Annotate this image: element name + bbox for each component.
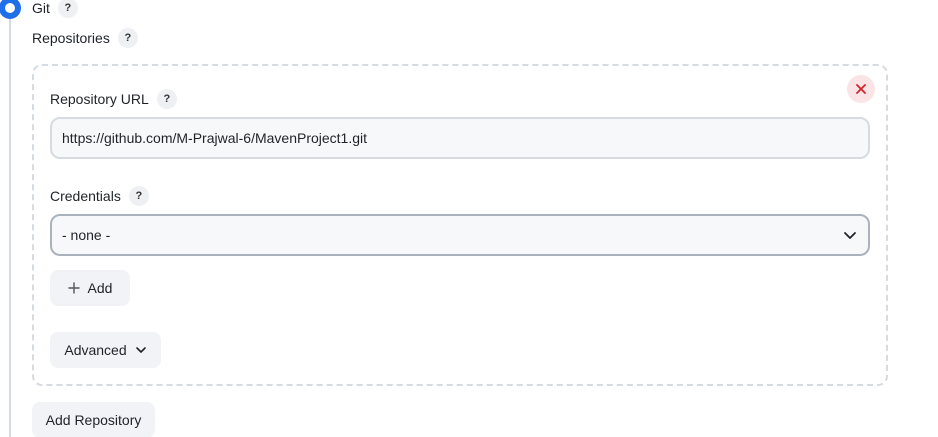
advanced-label: Advanced xyxy=(64,342,127,358)
credentials-label: Credentials xyxy=(50,188,121,204)
chevron-down-icon xyxy=(135,344,147,356)
credentials-label-row: Credentials ? xyxy=(50,186,149,206)
delete-repository-button[interactable] xyxy=(847,75,875,103)
repositories-help-icon[interactable]: ? xyxy=(117,28,138,48)
radio-selected-dot xyxy=(5,3,15,13)
git-scm-section: Git ? Repositories ? Repository URL ? ht… xyxy=(0,0,938,437)
git-help-icon[interactable]: ? xyxy=(57,0,78,18)
add-repository-label: Add Repository xyxy=(45,412,142,428)
add-credentials-label: Add xyxy=(87,280,113,296)
section-rail xyxy=(9,18,11,437)
repository-url-value: https://github.com/M-Prajwal-6/MavenProj… xyxy=(62,130,368,146)
credentials-help-icon[interactable]: ? xyxy=(128,186,149,206)
plus-icon xyxy=(67,282,80,294)
advanced-button[interactable]: Advanced xyxy=(50,332,161,368)
repositories-label: Repositories xyxy=(32,30,110,46)
chevron-down-icon xyxy=(844,232,856,239)
add-credentials-button[interactable]: Add xyxy=(50,270,130,306)
git-radio-button[interactable] xyxy=(0,0,21,19)
repository-url-label: Repository URL xyxy=(50,91,149,107)
repository-url-help-icon[interactable]: ? xyxy=(156,89,177,109)
close-icon xyxy=(856,84,866,94)
repository-url-label-row: Repository URL ? xyxy=(50,89,177,109)
credentials-selected-value: - none - xyxy=(62,227,111,243)
repository-url-input[interactable]: https://github.com/M-Prajwal-6/MavenProj… xyxy=(50,117,870,159)
git-option-row: Git ? xyxy=(32,0,78,18)
git-option-label: Git xyxy=(32,0,50,16)
add-repository-button[interactable]: Add Repository xyxy=(32,402,155,437)
credentials-select[interactable]: - none - xyxy=(50,214,870,256)
repositories-label-row: Repositories ? xyxy=(32,28,138,48)
